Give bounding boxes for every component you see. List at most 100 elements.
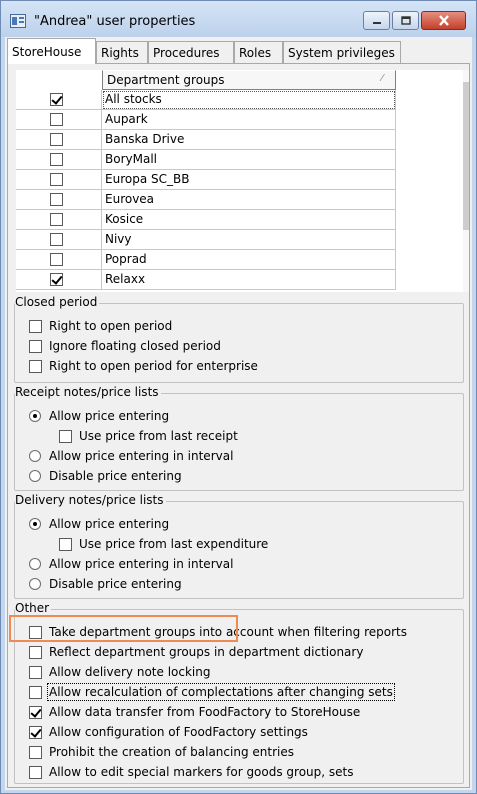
radio-button[interactable] [29, 410, 41, 422]
radio-button[interactable] [29, 558, 41, 570]
checkbox-box[interactable] [29, 766, 42, 779]
row-name[interactable]: BoryMall [102, 150, 396, 170]
title-bar[interactable]: "Andrea" user properties [1, 1, 476, 37]
option-label: Disable price entering [49, 577, 182, 591]
department-groups-grid[interactable]: Department groups ⁄ All stocks Aupark Ba… [16, 70, 463, 292]
row-check-cell [16, 190, 102, 210]
sort-indicator-icon: ⁄ [381, 73, 383, 84]
row-checkbox[interactable] [50, 273, 63, 286]
table-row[interactable]: Eurovea [16, 190, 396, 210]
option-label: Use price from last expenditure [79, 537, 269, 551]
properties-window: "Andrea" user properties StoreHouse Righ… [0, 0, 477, 794]
tab-rights[interactable]: Rights [96, 41, 148, 63]
table-row[interactable]: Nivy [16, 230, 396, 250]
row-check-cell [16, 210, 102, 230]
radio-button[interactable] [29, 518, 41, 530]
row-checkbox[interactable] [50, 113, 63, 126]
row-check-cell [16, 130, 102, 150]
radio-button[interactable] [29, 470, 41, 482]
table-row[interactable]: Banska Drive [16, 130, 396, 150]
row-check-cell [16, 270, 102, 290]
tab-label: System privileges [288, 46, 395, 60]
option-label: Use price from last receipt [79, 429, 238, 443]
row-name[interactable]: Eurovea [102, 190, 396, 210]
option-label: Ignore floating closed period [49, 339, 221, 353]
tab-procedures[interactable]: Procedures [148, 41, 234, 63]
option-label: Prohibit the creation of balancing entri… [49, 745, 294, 759]
checkbox-box[interactable] [29, 666, 42, 679]
row-name[interactable]: All stocks [102, 90, 396, 110]
checkbox-box[interactable] [29, 320, 42, 333]
checkbox-box[interactable] [29, 360, 42, 373]
scrollbar-thumb[interactable] [463, 82, 469, 230]
tab-label: Rights [101, 46, 139, 60]
closed-period-group: Closed period Right to open period Ignor… [14, 295, 464, 383]
column-header-label: Department groups [107, 73, 225, 87]
checkbox-box[interactable] [29, 646, 42, 659]
maximize-icon [400, 16, 411, 25]
row-name[interactable]: Aupark [102, 110, 396, 130]
maximize-button[interactable] [392, 11, 419, 30]
receipt-notes-group: Receipt notes/price lists Allow price en… [14, 385, 464, 491]
row-checkbox[interactable] [50, 193, 63, 206]
checkbox-box[interactable] [29, 746, 42, 759]
option-label: Right to open period for enterprise [49, 359, 258, 373]
row-checkbox[interactable] [50, 133, 63, 146]
row-name[interactable]: Kosice [102, 210, 396, 230]
minimize-button[interactable] [363, 11, 390, 30]
table-row[interactable]: Relaxx [16, 270, 396, 290]
row-check-cell [16, 230, 102, 250]
option-label: Allow delivery note locking [49, 665, 211, 679]
checkbox-box[interactable] [29, 706, 42, 719]
tab-label: Procedures [153, 46, 220, 60]
table-row[interactable]: Europa SC_BB [16, 170, 396, 190]
radio-button[interactable] [29, 450, 41, 462]
checkbox-box[interactable] [29, 686, 42, 699]
checkbox-box[interactable] [29, 340, 42, 353]
row-checkbox[interactable] [50, 93, 63, 106]
row-check-cell [16, 170, 102, 190]
row-checkbox[interactable] [50, 153, 63, 166]
checkbox-box[interactable] [29, 626, 42, 639]
storehouse-panel: Department groups ⁄ All stocks Aupark Ba… [7, 63, 470, 788]
option-label: Allow price entering [49, 409, 170, 423]
option-label: Allow data transfer from FoodFactory to … [49, 705, 361, 719]
row-checkbox[interactable] [50, 213, 63, 226]
row-check-cell [16, 110, 102, 130]
table-row[interactable]: Kosice [16, 210, 396, 230]
row-name[interactable]: Nivy [102, 230, 396, 250]
table-row[interactable]: Poprad [16, 250, 396, 270]
row-name[interactable]: Banska Drive [102, 130, 396, 150]
row-name[interactable]: Relaxx [102, 270, 396, 290]
group-label: Delivery notes/price lists [15, 493, 166, 507]
option-label: Right to open period [49, 319, 173, 333]
checkbox-box[interactable] [29, 726, 42, 739]
option-label: Allow to edit special markers for goods … [49, 765, 354, 779]
checkbox-box[interactable] [59, 538, 72, 551]
minimize-icon [372, 21, 381, 24]
tab-strip: StoreHouse Rights Procedures Roles Syste… [5, 37, 472, 64]
tab-system-privileges[interactable]: System privileges [283, 41, 401, 63]
group-label: Other [15, 601, 52, 615]
radio-button[interactable] [29, 578, 41, 590]
option-label: Allow recalculation of complectations af… [47, 683, 395, 701]
tab-roles[interactable]: Roles [234, 41, 283, 63]
tab-label: Roles [239, 46, 272, 60]
row-checkbox[interactable] [50, 233, 63, 246]
user-properties-icon [10, 14, 26, 28]
column-header-department-groups[interactable]: Department groups ⁄ [102, 70, 396, 90]
grid-scrollbar[interactable] [463, 70, 469, 292]
option-label: Take department groups into account when… [49, 625, 407, 639]
checkbox-box[interactable] [59, 430, 72, 443]
close-button[interactable] [421, 11, 466, 30]
row-name[interactable]: Europa SC_BB [102, 170, 396, 190]
table-row[interactable]: Aupark [16, 110, 396, 130]
option-label: Allow price entering in interval [49, 449, 234, 463]
table-row[interactable]: All stocks [16, 90, 396, 110]
row-name[interactable]: Poprad [102, 250, 396, 270]
row-checkbox[interactable] [50, 173, 63, 186]
row-checkbox[interactable] [50, 253, 63, 266]
window-title: "Andrea" user properties [34, 14, 196, 29]
tab-storehouse[interactable]: StoreHouse [7, 38, 96, 64]
table-row[interactable]: BoryMall [16, 150, 396, 170]
